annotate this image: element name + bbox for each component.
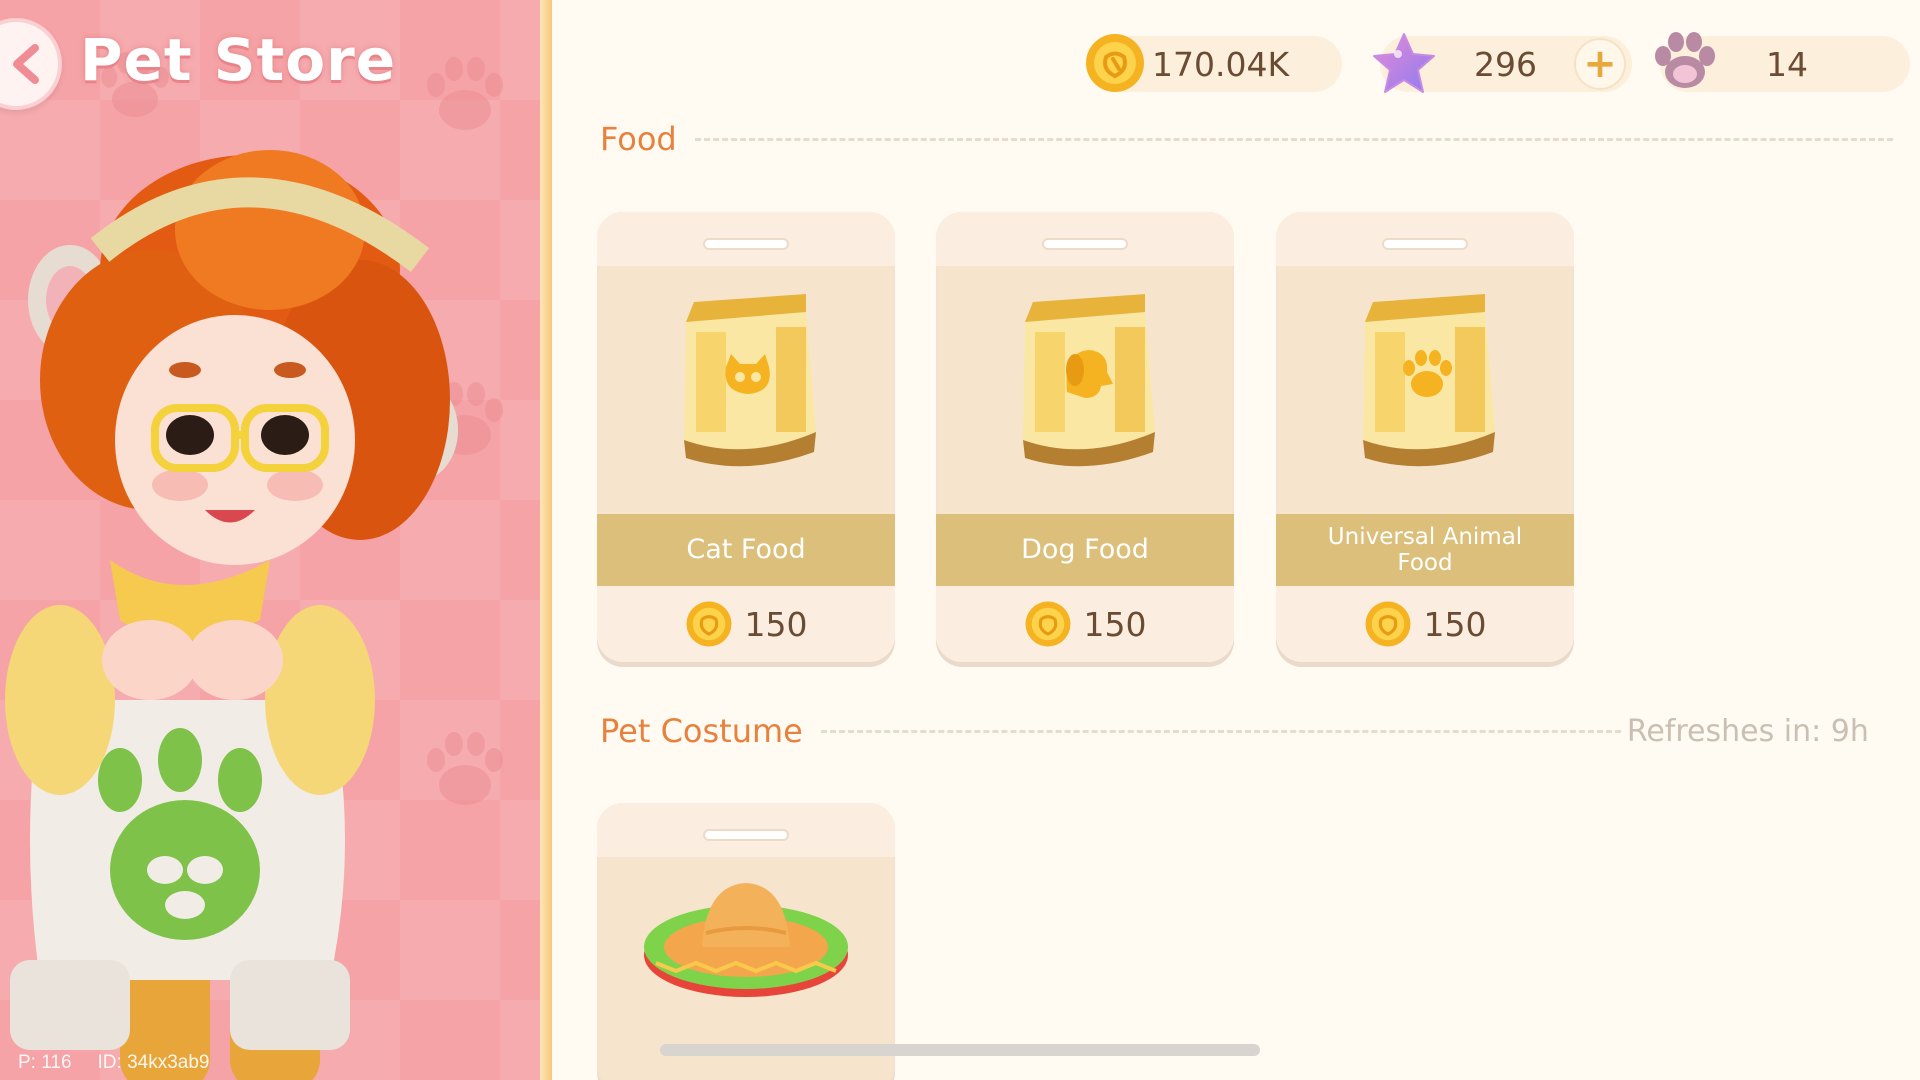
item-price: 150 bbox=[597, 586, 895, 662]
item-price: 150 bbox=[936, 586, 1234, 662]
costume-section-title: Pet Costume bbox=[600, 712, 803, 750]
coin-icon bbox=[1025, 601, 1070, 647]
item-card-cat-food[interactable]: Cat Food 150 bbox=[597, 212, 895, 662]
item-name: Cat Food bbox=[686, 534, 806, 566]
card-hanger bbox=[1042, 238, 1128, 250]
card-hanger bbox=[1382, 238, 1468, 250]
item-card-sombrero[interactable] bbox=[597, 803, 895, 1080]
plus-icon: + bbox=[1583, 41, 1617, 87]
paw-decoration-icon bbox=[427, 57, 503, 130]
item-price-value: 150 bbox=[1423, 604, 1487, 644]
item-card-universal-animal-food[interactable]: Universal Animal Food 150 bbox=[1276, 212, 1574, 662]
chevron-left-icon bbox=[13, 44, 39, 84]
page-title: Pet Store bbox=[80, 26, 397, 94]
cat-food-bag-icon bbox=[597, 272, 895, 512]
coin-icon bbox=[1365, 601, 1410, 647]
coin-icon bbox=[1084, 32, 1146, 94]
paw-balance: 14 bbox=[1655, 32, 1910, 92]
character-panel: P: 116 ID: 34kx3ab9 bbox=[0, 0, 540, 1080]
star-icon bbox=[1368, 28, 1440, 100]
section-divider bbox=[694, 137, 1893, 141]
coin-balance: 170.04K bbox=[1086, 34, 1342, 92]
item-price-value: 150 bbox=[1083, 604, 1147, 644]
paw-amount: 14 bbox=[1766, 45, 1808, 84]
item-card-dog-food[interactable]: Dog Food 150 bbox=[936, 212, 1234, 662]
item-name: Universal Animal Food bbox=[1327, 523, 1523, 576]
item-price: 150 bbox=[1276, 586, 1574, 662]
player-level: P: 116 bbox=[18, 1052, 72, 1073]
food-section-title: Food bbox=[600, 120, 677, 158]
dog-food-bag-icon bbox=[936, 272, 1234, 512]
food-section-header: Food bbox=[600, 120, 1893, 158]
card-hanger bbox=[703, 238, 789, 250]
star-amount: 296 bbox=[1474, 45, 1537, 84]
panel-divider bbox=[540, 0, 552, 1080]
universal-food-bag-icon bbox=[1276, 272, 1574, 512]
coin-amount: 170.04K bbox=[1152, 45, 1290, 84]
coin-icon bbox=[686, 601, 731, 647]
item-name: Dog Food bbox=[1021, 534, 1149, 566]
card-hanger bbox=[703, 829, 789, 841]
player-info: P: 116 ID: 34kx3ab9 bbox=[18, 1052, 210, 1074]
refresh-timer: Refreshes in: 9h bbox=[1626, 713, 1869, 749]
item-name-band: Universal Animal Food bbox=[1276, 514, 1574, 586]
character-avatar bbox=[5, 150, 458, 1080]
costume-section-header: Pet Costume Refreshes in: 9h bbox=[600, 712, 1869, 750]
paw-icon bbox=[1652, 32, 1718, 94]
player-id: ID: 34kx3ab9 bbox=[97, 1052, 210, 1073]
add-stars-button[interactable]: + bbox=[1574, 38, 1626, 90]
section-divider bbox=[820, 729, 1621, 733]
item-name-band: Dog Food bbox=[936, 514, 1234, 586]
scroll-indicator[interactable] bbox=[660, 1044, 1260, 1056]
item-name-band: Cat Food bbox=[597, 514, 895, 586]
item-price-value: 150 bbox=[744, 604, 808, 644]
